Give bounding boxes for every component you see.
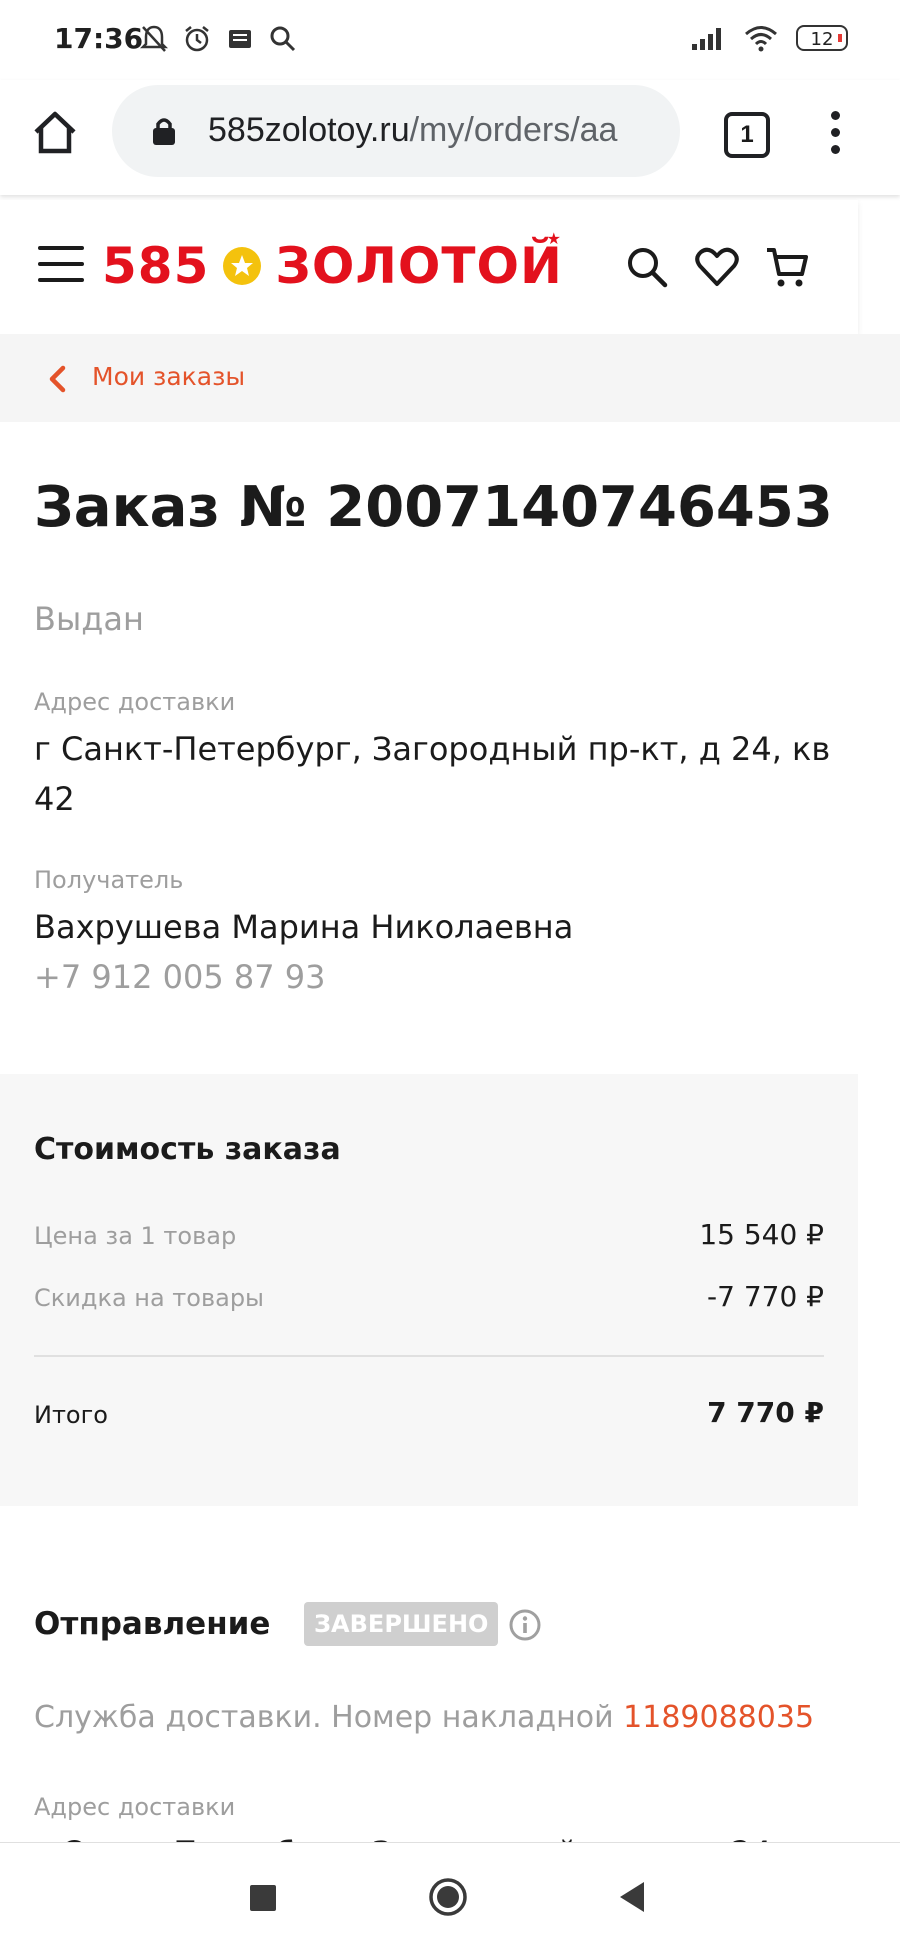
browser-toolbar: 585zolotoy.ru/my/orders/aa 1 [0, 80, 900, 195]
divider [34, 1355, 824, 1357]
recipient-phone: +7 912 005 87 93 [34, 958, 326, 996]
search-icon[interactable] [624, 244, 670, 290]
burger-line [38, 278, 84, 282]
logo-number: 585 [102, 237, 210, 295]
system-nav-bar [0, 1842, 900, 1951]
logo-tiny-star-icon: ★ [546, 229, 561, 248]
logo-star-icon [223, 247, 262, 285]
search-status-icon [270, 26, 296, 52]
bell-off-icon [140, 25, 168, 52]
cost-row-label: Скидка на товары [34, 1284, 265, 1312]
back-nav-button[interactable] [616, 1879, 648, 1915]
status-badge: ЗАВЕРШЕНО [304, 1602, 499, 1646]
url-path: /my/orders/aa [409, 111, 618, 149]
shipment-address: г Санкт-Петербург, Загородный пр-кт, д 2… [34, 1834, 772, 1842]
info-icon[interactable] [508, 1608, 542, 1642]
recipient-name: Вахрушева Марина Николаевна [34, 908, 574, 946]
total-value: 7 770 ₽ [707, 1396, 824, 1429]
order-status: Выдан [34, 600, 144, 638]
delivery-address: г Санкт-Петербург, Загородный пр-кт, д 2… [34, 730, 831, 818]
shipment-service-text: Служба доставки. Номер накладной [34, 1700, 624, 1735]
cost-row-value: -7 770 ₽ [707, 1280, 824, 1313]
address-bar[interactable]: 585zolotoy.ru/my/orders/aa [112, 85, 680, 177]
site-logo[interactable]: 585 ЗОЛОТОЙ ★ [102, 229, 563, 298]
shipment-service: Служба доставки. Номер накладной 1189088… [34, 1700, 814, 1735]
delivery-address-label: Адрес доставки [34, 688, 236, 716]
logo-word: ЗОЛОТОЙ [275, 237, 563, 295]
status-icons-left [140, 24, 298, 54]
menu-dot [830, 111, 840, 120]
heart-icon[interactable] [694, 244, 740, 290]
breadcrumb[interactable]: Мои заказы [0, 334, 900, 422]
order-cost-section: Стоимость заказа Цена за 1 товар 15 540 … [0, 1074, 858, 1506]
lock-icon [153, 118, 175, 145]
page-title: Заказ № 2007140746453 [34, 475, 833, 540]
recents-button[interactable] [250, 1885, 276, 1911]
tab-switcher-button[interactable]: 1 [724, 112, 770, 158]
wifi-icon [745, 26, 777, 52]
status-icons-right: 12 [690, 24, 848, 52]
hamburger-menu-icon[interactable] [38, 246, 84, 286]
cost-title: Стоимость заказа [34, 1132, 341, 1167]
url-text: 585zolotoy.ru/my/orders/aa [208, 111, 617, 150]
back-to-orders-link[interactable]: Мои заказы [92, 362, 245, 391]
alarm-icon [185, 26, 209, 52]
home-icon[interactable] [30, 108, 80, 158]
logo-word-wrap: ЗОЛОТОЙ ★ [275, 229, 563, 295]
url-domain: 585zolotoy.ru [208, 111, 410, 149]
menu-dot [830, 128, 840, 137]
menu-dot [830, 145, 840, 154]
news-icon [229, 30, 251, 48]
burger-line [38, 262, 84, 266]
tracking-number-link[interactable]: 1189088035 [623, 1700, 814, 1735]
burger-line [38, 246, 84, 250]
recipient-label: Получатель [34, 866, 184, 894]
signal-icon [692, 28, 721, 50]
total-label: Итого [34, 1401, 108, 1429]
cost-row-label: Цена за 1 товар [34, 1222, 237, 1250]
status-time: 17:36 [54, 22, 144, 55]
home-nav-button[interactable] [428, 1877, 468, 1917]
shipment-title: Отправление [34, 1606, 271, 1642]
battery-icon: 12 [796, 25, 848, 51]
status-bar: 17:36 12 [0, 0, 900, 80]
shipment-address-label: Адрес доставки [34, 1793, 236, 1821]
cost-row-value: 15 540 ₽ [699, 1218, 824, 1251]
cart-icon[interactable] [764, 244, 810, 290]
browser-menu-button[interactable] [820, 108, 850, 158]
site-header: 585 ЗОЛОТОЙ ★ [0, 200, 858, 334]
chevron-left-icon [49, 365, 66, 393]
